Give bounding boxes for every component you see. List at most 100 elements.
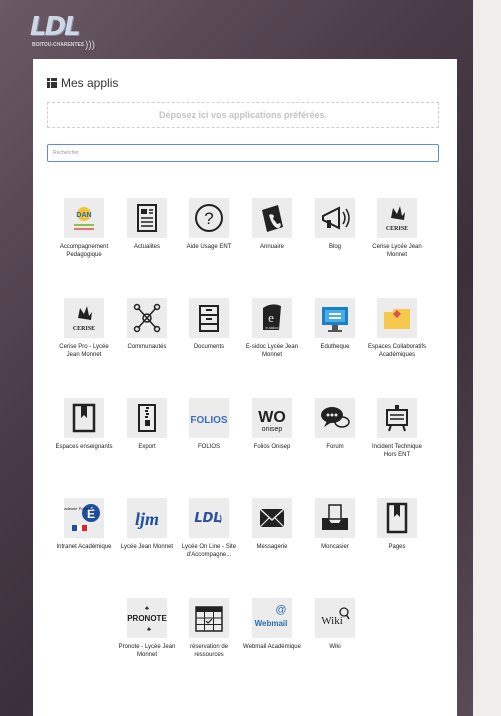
svg-text:onisep: onisep (262, 426, 283, 433)
app-tile[interactable]: Wiki Wiki (305, 598, 365, 652)
panel-title-text: Mes applis (61, 76, 119, 90)
app-tile[interactable]: Blog (305, 198, 365, 252)
app-label: FOLIOS (197, 444, 220, 450)
zip-file-icon (127, 398, 167, 438)
help-question-icon: ? (189, 198, 229, 238)
svg-text:Wiki: Wiki (321, 615, 343, 627)
folder-icon (377, 298, 417, 338)
right-background-strip (473, 0, 501, 716)
app-label: Pages (388, 544, 406, 550)
app-tile[interactable]: @ Webmail Webmail Académique (242, 598, 302, 652)
app-label: Export (138, 444, 156, 450)
academie-poitiers-logo-icon: Éacadémie Poitiers (64, 498, 104, 538)
svg-text:PRONOTE: PRONOTE (127, 614, 167, 623)
svg-text:e-sidoc: e-sidoc (266, 325, 279, 330)
app-tile[interactable]: ♣ PRONOTE ♣ Pronote - Lycée Jean Monnet (117, 598, 177, 659)
app-label: Communautés (127, 344, 167, 350)
search-input[interactable]: Rechercher (47, 144, 439, 162)
app-label: Documents (193, 344, 225, 350)
app-tile[interactable]: e e-sidoc E-sidoc Lycée Jean Monnet (242, 298, 302, 359)
chat-bubbles-icon (315, 398, 355, 438)
app-label: Moncasier (321, 544, 349, 550)
webmail-logo-icon: @ Webmail (252, 598, 292, 638)
app-tile[interactable]: Actualites (117, 198, 177, 252)
panel-title: Mes applis (47, 76, 118, 90)
megaphone-icon (315, 198, 355, 238)
app-label: réservation de ressources (189, 644, 229, 658)
bookmark-book-icon (64, 398, 104, 438)
app-label: Folios Onisep (253, 444, 291, 450)
app-tile[interactable]: Messagerie (242, 498, 302, 552)
logo-text: LDL (30, 12, 81, 42)
community-network-icon (127, 298, 167, 338)
onisep-logo-icon: WO onisep (252, 398, 292, 438)
svg-text:LDL: LDL (194, 511, 221, 526)
apps-grid-icon (47, 78, 57, 88)
app-label: Cerise Lycée Jean Monnet (372, 244, 422, 258)
app-label: Forum (326, 444, 344, 450)
app-tile[interactable]: Espaces Collaboratifs Académiques (367, 298, 427, 359)
app-label: Lycée Jean Monnet (120, 544, 174, 550)
cerise-pro-logo-icon: CERISE (64, 298, 104, 338)
app-tile[interactable]: WO onisep Folios Onisep (242, 398, 302, 452)
app-label: Intranet Académique (56, 544, 112, 550)
svg-text:ljm: ljm (135, 509, 159, 529)
edutheque-monitor-icon (315, 298, 355, 338)
app-label: Annuaire (259, 244, 285, 250)
apps-panel: Mes applis Déposez ici vos applications … (33, 59, 457, 716)
ldl-logo[interactable]: LDL BOITOU-CHARENTES ))) (30, 12, 100, 56)
dan-logo-icon: DAN (64, 198, 104, 238)
app-tile[interactable]: ljm Lycée Jean Monnet (117, 498, 177, 552)
app-tile[interactable]: DAN Accompagnement Pedagogique (54, 198, 114, 259)
app-label: Espaces Collaboratifs Académiques (367, 344, 427, 358)
svg-text:♣: ♣ (145, 606, 149, 612)
logo-subtitle: BOITOU-CHARENTES (32, 42, 85, 48)
favorites-dropzone[interactable]: Déposez ici vos applications préférées. (47, 102, 439, 128)
app-tile[interactable]: Documents (179, 298, 239, 352)
bookmark-page-icon (377, 498, 417, 538)
app-tile[interactable]: Communautés (117, 298, 177, 352)
wiki-logo-icon: Wiki (315, 598, 355, 638)
app-tile[interactable]: Espaces enseignants (54, 398, 114, 452)
app-label: Incident Technique Hors ENT (372, 444, 422, 458)
address-book-icon (252, 198, 292, 238)
svg-text:@: @ (275, 604, 286, 616)
app-tile[interactable]: Edutheque (305, 298, 365, 352)
app-tile[interactable]: Moncasier (305, 498, 365, 552)
app-label: Edutheque (320, 344, 350, 350)
app-label: Aide Usage ENT (186, 244, 232, 250)
app-label: Webmail Académique (243, 644, 301, 650)
app-tile[interactable]: Forum (305, 398, 365, 452)
app-tile[interactable]: Export (117, 398, 177, 452)
svg-text:CERISE: CERISE (73, 326, 95, 332)
inbox-tray-icon (315, 498, 355, 538)
app-label: Messagerie (256, 544, 288, 550)
app-tile[interactable]: FOLIOS FOLIOS (179, 398, 239, 452)
app-tile[interactable]: Éacadémie Poitiers Intranet Académique (54, 498, 114, 552)
svg-text:♣: ♣ (147, 627, 151, 633)
app-label: Pronote - Lycée Jean Monnet (118, 644, 176, 658)
app-tile[interactable]: CERISE Cerise Pro - Lycée Jean Monnet (54, 298, 114, 359)
ldl-logo-icon: LDL (189, 498, 229, 538)
svg-text:DAN: DAN (76, 212, 91, 219)
app-tile[interactable]: réservation de ressources (179, 598, 239, 659)
app-label: E-sidoc Lycée Jean Monnet (245, 344, 299, 358)
app-tile[interactable]: CERISE Cerise Lycée Jean Monnet (367, 198, 427, 259)
svg-text:?: ? (204, 209, 213, 228)
app-label: Accompagnement Pedagogique (59, 244, 109, 258)
app-tile[interactable]: Incident Technique Hors ENT (367, 398, 427, 459)
app-tile[interactable]: Annuaire (242, 198, 302, 252)
app-label: Wiki (329, 644, 341, 650)
app-label: Blog (328, 244, 341, 250)
file-cabinet-icon (189, 298, 229, 338)
app-tile[interactable]: Pages (367, 498, 427, 552)
envelope-icon (252, 498, 292, 538)
calendar-grid-icon (189, 598, 229, 638)
svg-text:FOLIOS: FOLIOS (190, 415, 228, 426)
app-tile[interactable]: LDL Lycée On Line - Site d'Accompagne... (179, 498, 239, 559)
esidoc-logo-icon: e e-sidoc (252, 298, 292, 338)
app-label: Espaces enseignants (55, 444, 113, 450)
svg-text:CERISE: CERISE (386, 226, 408, 232)
cerise-logo-icon: CERISE (377, 198, 417, 238)
app-tile[interactable]: ? Aide Usage ENT (179, 198, 239, 252)
